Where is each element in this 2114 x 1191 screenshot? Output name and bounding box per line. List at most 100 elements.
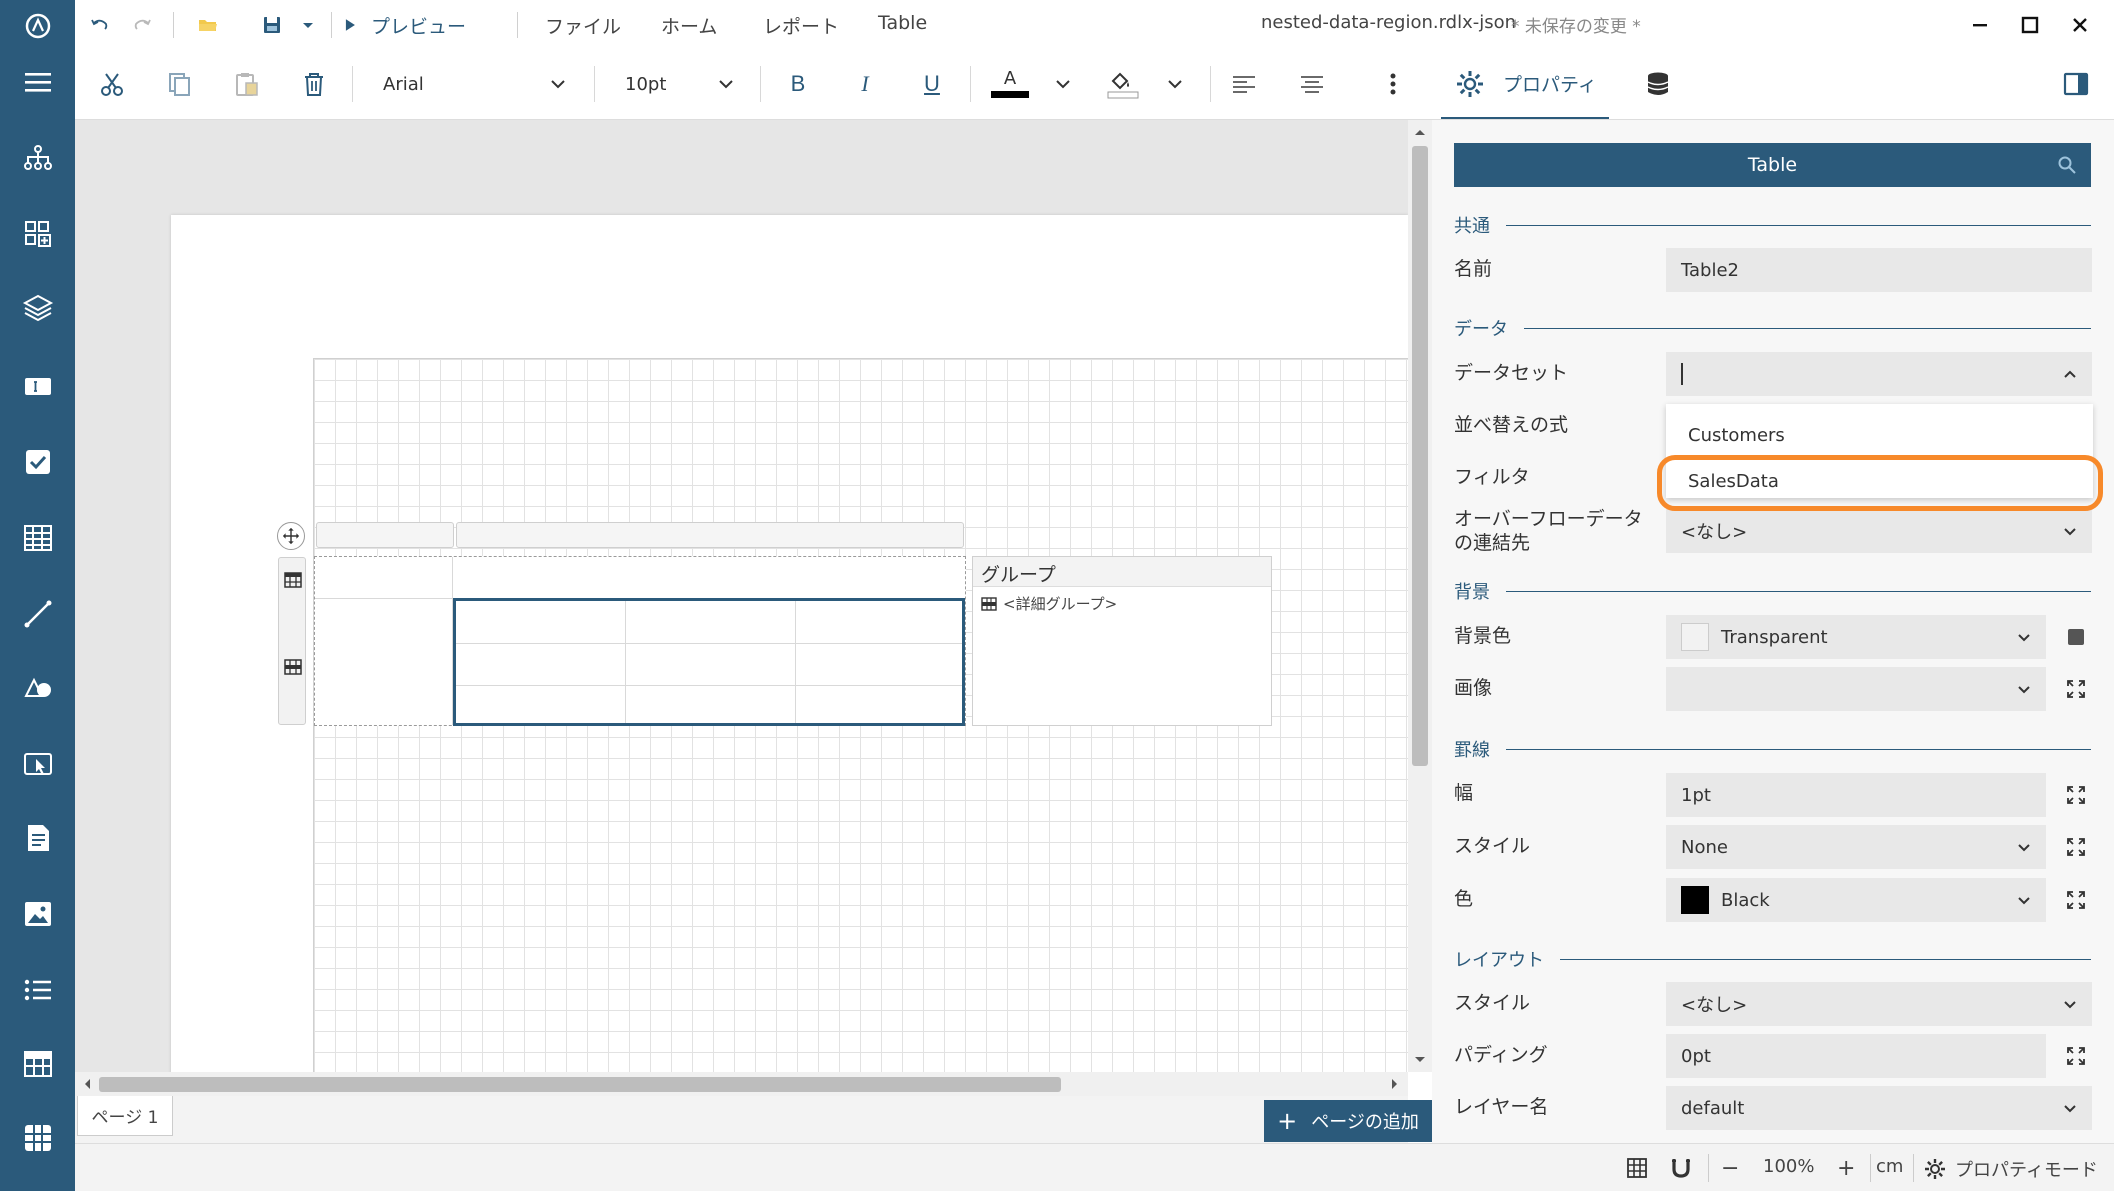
cut-icon[interactable]	[94, 64, 130, 104]
close-icon[interactable]	[2065, 10, 2095, 40]
vertical-scroll-thumb[interactable]	[1412, 146, 1428, 766]
font-color-chevron-icon[interactable]	[1048, 64, 1078, 104]
expand-icon[interactable]	[2064, 1044, 2088, 1068]
bold-button[interactable]: B	[778, 66, 818, 102]
section-common: 共通	[1454, 213, 2091, 237]
border-style-select[interactable]: None	[1666, 825, 2046, 869]
fill-color-chevron-icon[interactable]	[1160, 64, 1190, 104]
rich-text-tool-icon[interactable]	[18, 818, 58, 858]
checkbox-tool-icon[interactable]	[18, 442, 58, 482]
image-select[interactable]	[1666, 667, 2046, 711]
horizontal-scrollbar[interactable]	[75, 1072, 1408, 1096]
layers-icon[interactable]	[18, 288, 58, 328]
expand-icon[interactable]	[2064, 783, 2088, 807]
italic-button[interactable]: I	[845, 66, 885, 102]
background-color-picker-icon[interactable]	[2064, 625, 2088, 649]
expand-icon[interactable]	[2064, 888, 2088, 912]
detail-group-item[interactable]: <詳細グループ>	[981, 593, 1117, 614]
input-field-tool-icon[interactable]	[18, 744, 58, 784]
redo-icon[interactable]	[127, 9, 157, 41]
open-folder-icon[interactable]	[193, 9, 223, 41]
table-tool-icon[interactable]	[18, 518, 58, 558]
fill-color-icon[interactable]	[1100, 64, 1144, 104]
toggle-side-panel-icon[interactable]	[2058, 64, 2094, 104]
list-tool-icon[interactable]	[18, 970, 58, 1010]
scroll-right-icon[interactable]	[1391, 1078, 1399, 1090]
table-header-row-icon[interactable]	[283, 570, 303, 590]
textbox-tool-icon[interactable]	[18, 366, 58, 406]
table-row-handles[interactable]	[278, 557, 306, 725]
border-color-value: Black	[1721, 889, 1770, 911]
align-center-icon[interactable]	[1294, 64, 1330, 104]
font-color-button[interactable]: A	[988, 64, 1032, 104]
layer-name-label: レイヤー名	[1454, 1096, 1549, 1118]
align-left-icon[interactable]	[1226, 64, 1262, 104]
border-width-field[interactable]: 1pt	[1666, 773, 2046, 817]
dataset-option-customers[interactable]: Customers	[1666, 414, 2093, 456]
hamburger-menu-icon[interactable]	[18, 62, 58, 102]
font-family-select[interactable]: Arial	[370, 66, 578, 102]
overflow-select[interactable]: <なし>	[1666, 509, 2092, 553]
zoom-in-button[interactable]: +	[1837, 1156, 1855, 1181]
border-width-value: 1pt	[1681, 784, 1711, 806]
scroll-left-icon[interactable]	[83, 1078, 91, 1090]
name-field[interactable]: Table2	[1666, 248, 2092, 292]
tab-properties[interactable]: プロパティ	[1441, 50, 1609, 120]
table-detail-row-icon[interactable]	[283, 657, 303, 677]
expand-icon[interactable]	[2064, 835, 2088, 859]
dataset-select[interactable]	[1666, 352, 2092, 396]
more-options-icon[interactable]	[1378, 64, 1408, 104]
image-tool-icon[interactable]	[18, 894, 58, 934]
menu-file[interactable]: ファイル	[545, 12, 621, 39]
save-options-chevron-icon[interactable]	[297, 9, 319, 41]
menu-table[interactable]: Table	[878, 12, 927, 34]
snap-magnet-icon[interactable]	[1669, 1156, 1693, 1180]
undo-icon[interactable]	[85, 9, 115, 41]
font-size-select[interactable]: 10pt	[610, 66, 746, 102]
layout-style-select[interactable]: <なし>	[1666, 982, 2092, 1026]
grid-toggle-icon[interactable]	[1625, 1156, 1649, 1180]
group-editor-icon[interactable]	[18, 214, 58, 254]
title-bar: プレビュー ファイル ホーム レポート Table nested-data-re…	[75, 0, 2114, 50]
data-sources-database-icon[interactable]	[1640, 64, 1676, 104]
underline-button[interactable]: U	[912, 66, 952, 102]
zoom-level[interactable]: 100%	[1763, 1156, 1814, 1177]
menu-report[interactable]: レポート	[763, 12, 839, 39]
line-tool-icon[interactable]	[18, 594, 58, 634]
table-column-handle[interactable]	[456, 522, 964, 548]
padding-field[interactable]: 0pt	[1666, 1034, 2046, 1078]
unit-selector[interactable]: cm	[1876, 1156, 1903, 1177]
layer-name-value: default	[1681, 1097, 1745, 1119]
vertical-scrollbar[interactable]	[1408, 120, 1432, 1072]
delete-icon[interactable]	[296, 64, 332, 104]
layer-name-select[interactable]: default	[1666, 1086, 2092, 1130]
background-color-select[interactable]: Transparent	[1666, 615, 2046, 659]
zoom-out-button[interactable]: −	[1721, 1156, 1739, 1181]
maximize-icon[interactable]	[2015, 10, 2045, 40]
property-mode-button[interactable]: プロパティモード	[1923, 1156, 2098, 1182]
shape-tool-icon[interactable]	[18, 668, 58, 708]
table-move-handle-icon[interactable]	[277, 522, 305, 550]
minimize-icon[interactable]	[1965, 10, 1995, 40]
scroll-up-icon[interactable]	[1414, 128, 1426, 136]
scroll-down-icon[interactable]	[1414, 1056, 1426, 1064]
dataset-option-salesdata[interactable]: SalesData	[1666, 460, 2093, 502]
chevron-down-icon	[2064, 528, 2076, 536]
report-explorer-icon[interactable]	[18, 138, 58, 178]
horizontal-scroll-thumb[interactable]	[99, 1077, 1061, 1092]
expand-icon[interactable]	[2064, 677, 2088, 701]
selected-table-body[interactable]	[453, 598, 965, 726]
tablix-tool-icon[interactable]	[18, 1044, 58, 1084]
search-icon[interactable]	[2057, 155, 2077, 175]
more-tools-icon[interactable]	[18, 1118, 58, 1158]
selected-item-header[interactable]: Table	[1454, 143, 2091, 187]
copy-icon[interactable]	[162, 64, 198, 104]
add-page-button[interactable]: + ページの追加	[1264, 1100, 1432, 1142]
page-tab-1[interactable]: ページ 1	[77, 1096, 173, 1136]
menu-home[interactable]: ホーム	[661, 12, 717, 39]
table-column-handle[interactable]	[316, 522, 454, 548]
paste-icon[interactable]	[229, 64, 265, 104]
border-color-select[interactable]: Black	[1666, 878, 2046, 922]
preview-button[interactable]: プレビュー	[341, 9, 501, 41]
save-icon[interactable]	[257, 9, 287, 41]
